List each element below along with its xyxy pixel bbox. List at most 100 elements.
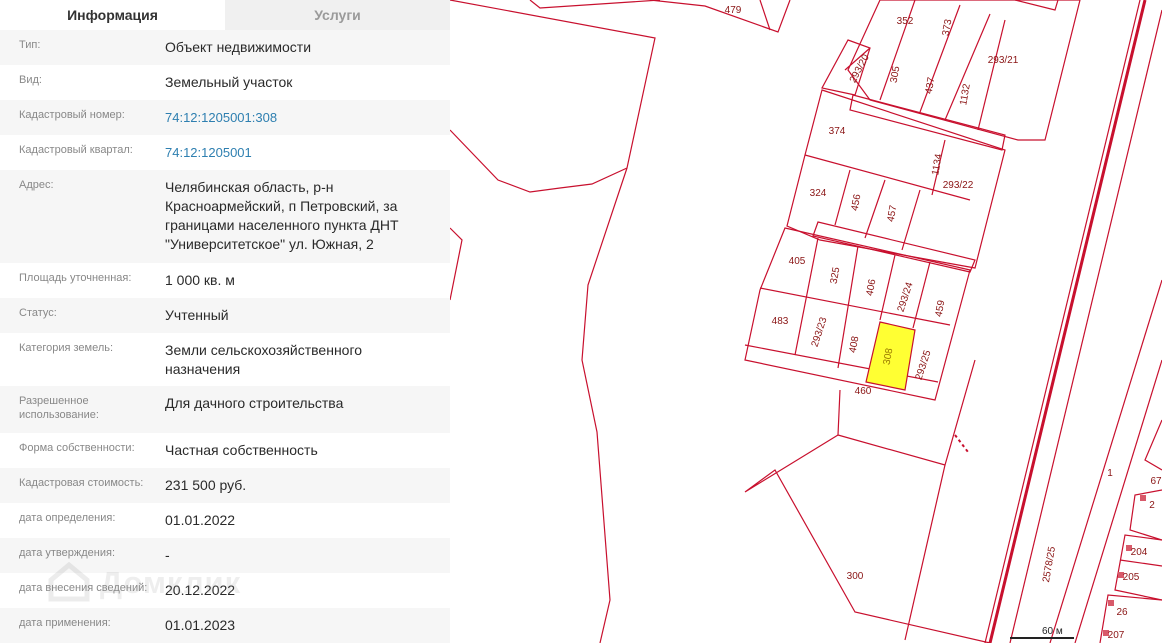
- info-value-line: назначения: [165, 361, 241, 377]
- info-value-line: Земли сельскохозяйственного: [165, 342, 363, 358]
- parcel-boundary: [1144, 419, 1162, 471]
- parcel-boundary: [1119, 559, 1162, 567]
- info-row: Кадастровая стоимость: 231 500 руб.: [0, 468, 450, 503]
- scale-label: 60 м: [1042, 626, 1063, 637]
- building-marker: [1140, 495, 1146, 501]
- info-label: Вид:: [19, 74, 42, 86]
- parcel-label: 1134: [930, 153, 945, 177]
- parcel-label: 325: [829, 266, 843, 285]
- info-value-line: Красноармейский, п Петровский, за: [165, 198, 398, 214]
- info-label: Кадастровый квартал:: [19, 144, 133, 156]
- info-value-line: 1 000 кв. м: [165, 272, 235, 288]
- parcel-boundary: [864, 179, 886, 239]
- info-label: Адрес:: [19, 179, 54, 191]
- parcel-label: 207: [1108, 630, 1125, 641]
- parcel-label: 1132: [958, 83, 973, 107]
- info-value-line: "Университетское" ул. Южная, 2: [165, 236, 374, 252]
- info-value: 01.01.2022: [165, 511, 235, 530]
- parcel-label: 459: [934, 299, 948, 318]
- info-label: Разрешенное использование:: [19, 395, 99, 421]
- info-row: Площадь уточненная: 1 000 кв. м: [0, 263, 450, 298]
- parcel-label: 204: [1131, 547, 1148, 558]
- info-table: Тип: Объект недвижимости Вид: Земельный уча…: [0, 30, 450, 643]
- parcel-label: 293/20: [848, 52, 872, 85]
- parcel-label: 352: [897, 16, 914, 27]
- parcel-label: 293/21: [988, 55, 1019, 66]
- info-value-line: Учтенный: [165, 307, 229, 323]
- info-value-line: -: [165, 547, 170, 563]
- info-label: Кадастровая стоимость:: [19, 477, 144, 489]
- parcel-label: 374: [829, 126, 846, 137]
- info-link[interactable]: 74:12:1205001:308: [165, 108, 277, 127]
- parcel-label: 373: [941, 18, 955, 37]
- tab-services[interactable]: Услуги: [225, 0, 450, 30]
- info-value: Объект недвижимости: [165, 38, 311, 57]
- parcel-label: 2: [1149, 500, 1155, 511]
- parcel-label: 437: [924, 76, 938, 95]
- parcel-label: 300: [847, 571, 864, 582]
- info-row: Кадастровый номер: 74:12:1205001:308: [0, 100, 450, 135]
- info-row: Адрес: Челябинская область, р-н Красноарме…: [0, 170, 450, 263]
- map-scale: 60 м: [1010, 625, 1074, 643]
- info-row: дата определения: 01.01.2022: [0, 503, 450, 538]
- info-label: Статус:: [19, 307, 57, 319]
- parcel-label: 456: [850, 193, 864, 212]
- info-label: Площадь уточненная:: [19, 272, 132, 284]
- info-value-line: Челябинская область, р-н: [165, 179, 334, 195]
- road-boundary: [984, 0, 1141, 643]
- parcel-label: 479: [725, 5, 742, 16]
- info-value-line: 20.12.2022: [165, 582, 236, 598]
- info-label: Тип:: [19, 39, 41, 51]
- parcel-label: 2578/25: [1041, 545, 1058, 583]
- info-label: дата внесения сведений:: [19, 582, 148, 594]
- parcel-boundary: [581, 167, 628, 643]
- building-marker: [1108, 600, 1114, 606]
- info-row: Вид: Земельный участок: [0, 65, 450, 100]
- parcel-label: 408: [848, 335, 862, 354]
- info-value: 20.12.2022: [165, 581, 235, 600]
- info-value-line: 74:12:1205001: [165, 145, 252, 160]
- info-value-line: Объект недвижимости: [165, 39, 312, 55]
- parcel-label: 293/25: [914, 349, 934, 382]
- info-label: дата применения:: [19, 617, 111, 629]
- parcel-boundary: [529, 0, 661, 9]
- info-value: Челябинская область, р-н Красноармейский,…: [165, 178, 399, 254]
- tab-information[interactable]: Информация: [0, 0, 225, 30]
- info-value: 1 000 кв. м: [165, 271, 235, 290]
- info-value-line: 01.01.2023: [165, 617, 236, 633]
- info-row: Статус: Учтенный: [0, 298, 450, 333]
- info-label: Кадастровый номер:: [19, 109, 125, 121]
- info-label: дата определения:: [19, 512, 116, 524]
- info-label: дата утверждения:: [19, 547, 116, 559]
- info-value: 01.01.2023: [165, 616, 235, 635]
- parcel-boundary: [804, 154, 971, 201]
- parcel-label: 205: [1123, 572, 1140, 583]
- info-value-line: 01.01.2022: [165, 512, 236, 528]
- info-row: дата применения: 01.01.2023: [0, 608, 450, 643]
- scale-bar: [1010, 637, 1074, 639]
- info-label: Форма собственности:: [19, 442, 135, 454]
- info-link[interactable]: 74:12:1205001: [165, 143, 252, 162]
- info-label: Категория земель:: [19, 342, 114, 354]
- info-value: Земли сельскохозяйственного назначения: [165, 341, 362, 379]
- road-boundary: [1049, 279, 1162, 643]
- parcel-boundary: [449, 227, 463, 301]
- parcel-label: 1: [1107, 468, 1113, 479]
- info-value: 231 500 руб.: [165, 476, 246, 495]
- info-value-line: Для дачного строительства: [165, 395, 344, 411]
- dashed-marker: [954, 434, 969, 453]
- parcel-label: 293/24: [896, 281, 916, 314]
- info-value-line: Частная собственность: [165, 442, 318, 458]
- parcel-label: 457: [886, 204, 900, 223]
- tab-bar: Информация Услуги: [0, 0, 450, 30]
- parcel-label: 483: [772, 316, 789, 327]
- info-value: Частная собственность: [165, 441, 318, 460]
- parcel-label: 67: [1150, 476, 1162, 487]
- parcel-boundary: [879, 254, 896, 321]
- info-value: Для дачного строительства: [165, 394, 343, 413]
- info-row: Тип: Объект недвижимости: [0, 30, 450, 65]
- parcel-boundary: [812, 221, 976, 273]
- parcel-label: 293/22: [943, 180, 974, 191]
- info-row: Кадастровый квартал: 74:12:1205001: [0, 135, 450, 170]
- info-row: дата внесения сведений: 20.12.2022: [0, 573, 450, 608]
